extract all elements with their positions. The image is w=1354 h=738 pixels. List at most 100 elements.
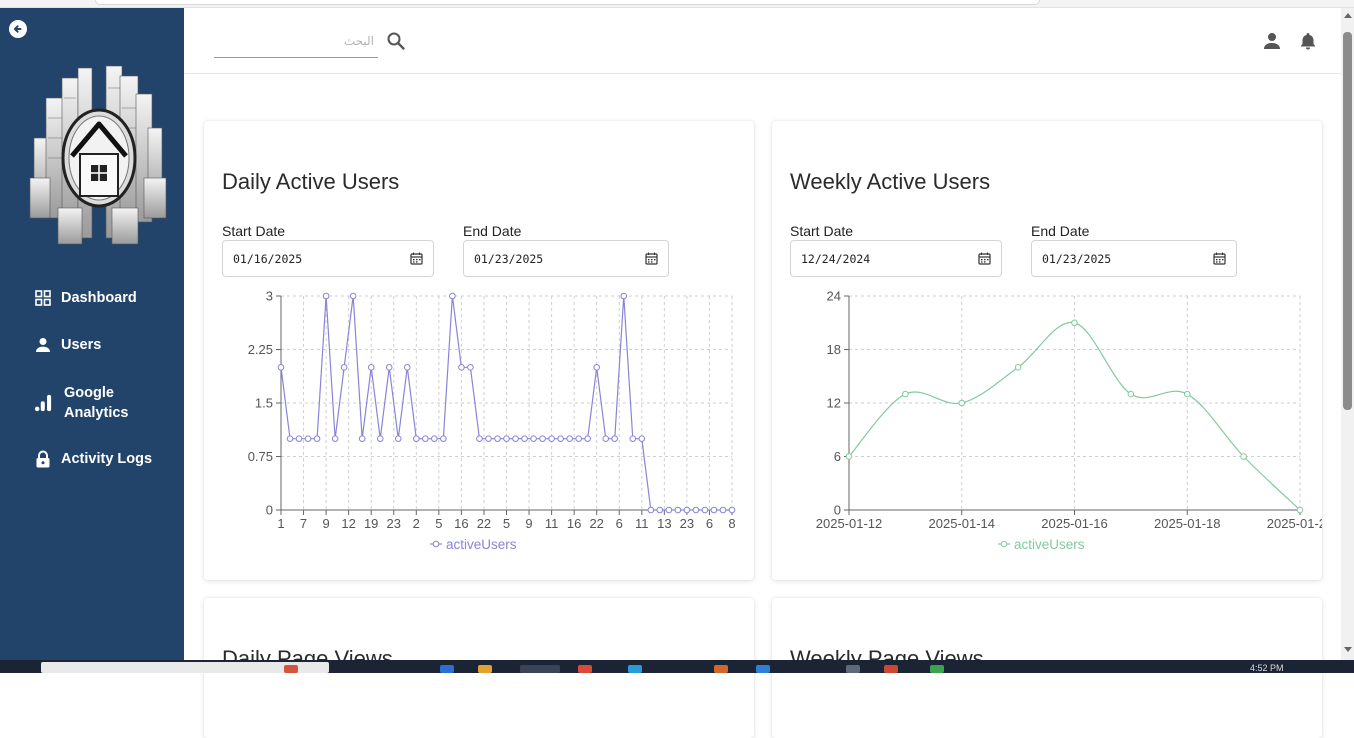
search-icon[interactable]	[386, 31, 406, 51]
scroll-up-arrow-icon[interactable]	[1344, 13, 1352, 18]
x-tick-label: 22	[589, 516, 603, 531]
card-title: Weekly Active Users	[790, 169, 991, 194]
data-point	[674, 506, 682, 514]
dashboard-grid-icon	[34, 289, 52, 307]
taskbar-app-icon[interactable]	[714, 665, 728, 673]
calendar-icon[interactable]	[978, 252, 991, 265]
data-point	[358, 435, 366, 442]
end-date-value: 01/23/2025	[1042, 251, 1112, 266]
taskbar-app-icon[interactable]	[284, 665, 298, 673]
taskbar-app-icon[interactable]	[440, 665, 454, 673]
legend-label: activeUsers	[1014, 537, 1085, 552]
legend-marker	[432, 540, 440, 548]
y-tick-label: 24	[827, 289, 841, 304]
data-point	[277, 364, 285, 371]
scroll-down-arrow-icon[interactable]	[1344, 647, 1352, 652]
data-point	[458, 364, 465, 371]
weekly-active-users-chart: 061218242025-01-12 2025-01-14 2025-01-16 20…	[816, 289, 1322, 553]
y-tick-label: 3	[266, 289, 273, 304]
legend-marker	[1000, 540, 1008, 548]
data-point	[656, 506, 664, 514]
data-point	[593, 364, 601, 371]
calendar-icon[interactable]	[1213, 252, 1226, 265]
data-point	[584, 435, 591, 442]
sidebar-item-label: Activity Logs	[61, 451, 153, 467]
y-tick-label: 0.75	[248, 449, 273, 464]
x-tick-label: 11	[545, 516, 559, 531]
notifications-bell-icon[interactable]	[1298, 31, 1318, 51]
x-tick-label: 6	[616, 516, 623, 531]
person-icon	[34, 336, 52, 354]
data-point	[503, 435, 510, 442]
taskbar-app-icon[interactable]	[478, 665, 492, 673]
search-input[interactable]	[214, 28, 374, 54]
x-tick-label: 2025-01-16	[1041, 516, 1108, 531]
calendar-icon[interactable]	[645, 252, 658, 265]
data-point	[449, 292, 456, 300]
data-point	[728, 506, 736, 514]
data-point	[602, 435, 610, 442]
sidebar-item-activity-logs[interactable]: Activity Logs	[34, 449, 152, 469]
taskbar-app-icon[interactable]	[520, 665, 560, 673]
taskbar-app-icon[interactable]	[930, 665, 944, 673]
card-title: Daily Active Users	[222, 169, 400, 194]
data-point	[575, 435, 582, 442]
sidebar-item-google-analytics[interactable]: Google Analytics	[34, 383, 134, 423]
data-point	[629, 435, 637, 442]
x-tick-label: 13	[657, 516, 671, 531]
taskbar-app-icon[interactable]	[628, 665, 642, 673]
sidebar-item-dashboard[interactable]: Dashboard	[34, 288, 137, 308]
data-point	[521, 435, 528, 442]
start-date-input[interactable]: 12/24/2024	[790, 240, 1002, 277]
calendar-icon[interactable]	[410, 252, 423, 265]
daily-active-users-card: Daily Active Users Start Date 01/16/2025…	[204, 121, 754, 580]
x-tick-label: 2	[413, 516, 420, 531]
data-point	[611, 435, 619, 442]
taskbar-app-icon[interactable]	[756, 665, 770, 673]
data-point	[1296, 506, 1304, 514]
data-point	[665, 506, 673, 514]
x-tick-label: 6	[706, 516, 713, 531]
y-tick-label: 6	[834, 449, 841, 464]
data-point	[620, 292, 628, 300]
collapse-sidebar-button[interactable]	[9, 20, 27, 38]
browser-tab-edge	[95, 0, 1040, 5]
sidebar-item-users[interactable]: Users	[34, 335, 101, 355]
taskbar-app-icon[interactable]	[884, 665, 898, 673]
end-date-label: End Date	[1031, 223, 1090, 239]
start-date-input[interactable]: 01/16/2025	[222, 240, 434, 277]
data-point	[394, 435, 402, 442]
arrow-left-circle-icon	[13, 25, 22, 33]
data-point	[286, 435, 294, 442]
x-tick-label: 8	[728, 516, 735, 531]
data-point	[638, 435, 646, 442]
page-scrollbar[interactable]	[1341, 8, 1354, 660]
start-date-label: Start Date	[222, 223, 286, 239]
scrollbar-thumb[interactable]	[1343, 32, 1352, 410]
data-point	[467, 364, 474, 371]
data-point	[313, 435, 321, 442]
data-point	[431, 435, 438, 442]
taskbar-app-icon[interactable]	[578, 665, 592, 673]
account-icon[interactable]	[1262, 31, 1282, 51]
x-tick-label: 16	[567, 516, 581, 531]
x-tick-label: 9	[322, 516, 329, 531]
data-point	[304, 435, 312, 442]
data-point	[422, 435, 429, 442]
data-point	[548, 435, 555, 442]
end-date-value: 01/23/2025	[474, 251, 544, 266]
x-tick-label: 5	[503, 516, 510, 531]
end-date-input[interactable]: 01/23/2025	[1031, 240, 1237, 277]
start-date-label: Start Date	[790, 223, 854, 239]
end-date-input[interactable]: 01/23/2025	[463, 240, 669, 277]
taskbar-app-icon[interactable]	[846, 665, 860, 673]
data-point	[512, 435, 519, 442]
data-point	[539, 435, 546, 442]
search-field	[214, 28, 378, 58]
data-point	[1071, 319, 1078, 327]
data-point	[440, 435, 447, 442]
data-point	[958, 399, 966, 407]
x-tick-label: 9	[525, 516, 532, 531]
top-bar	[184, 8, 1341, 74]
x-tick-label: 2025-01-18	[1154, 516, 1221, 531]
